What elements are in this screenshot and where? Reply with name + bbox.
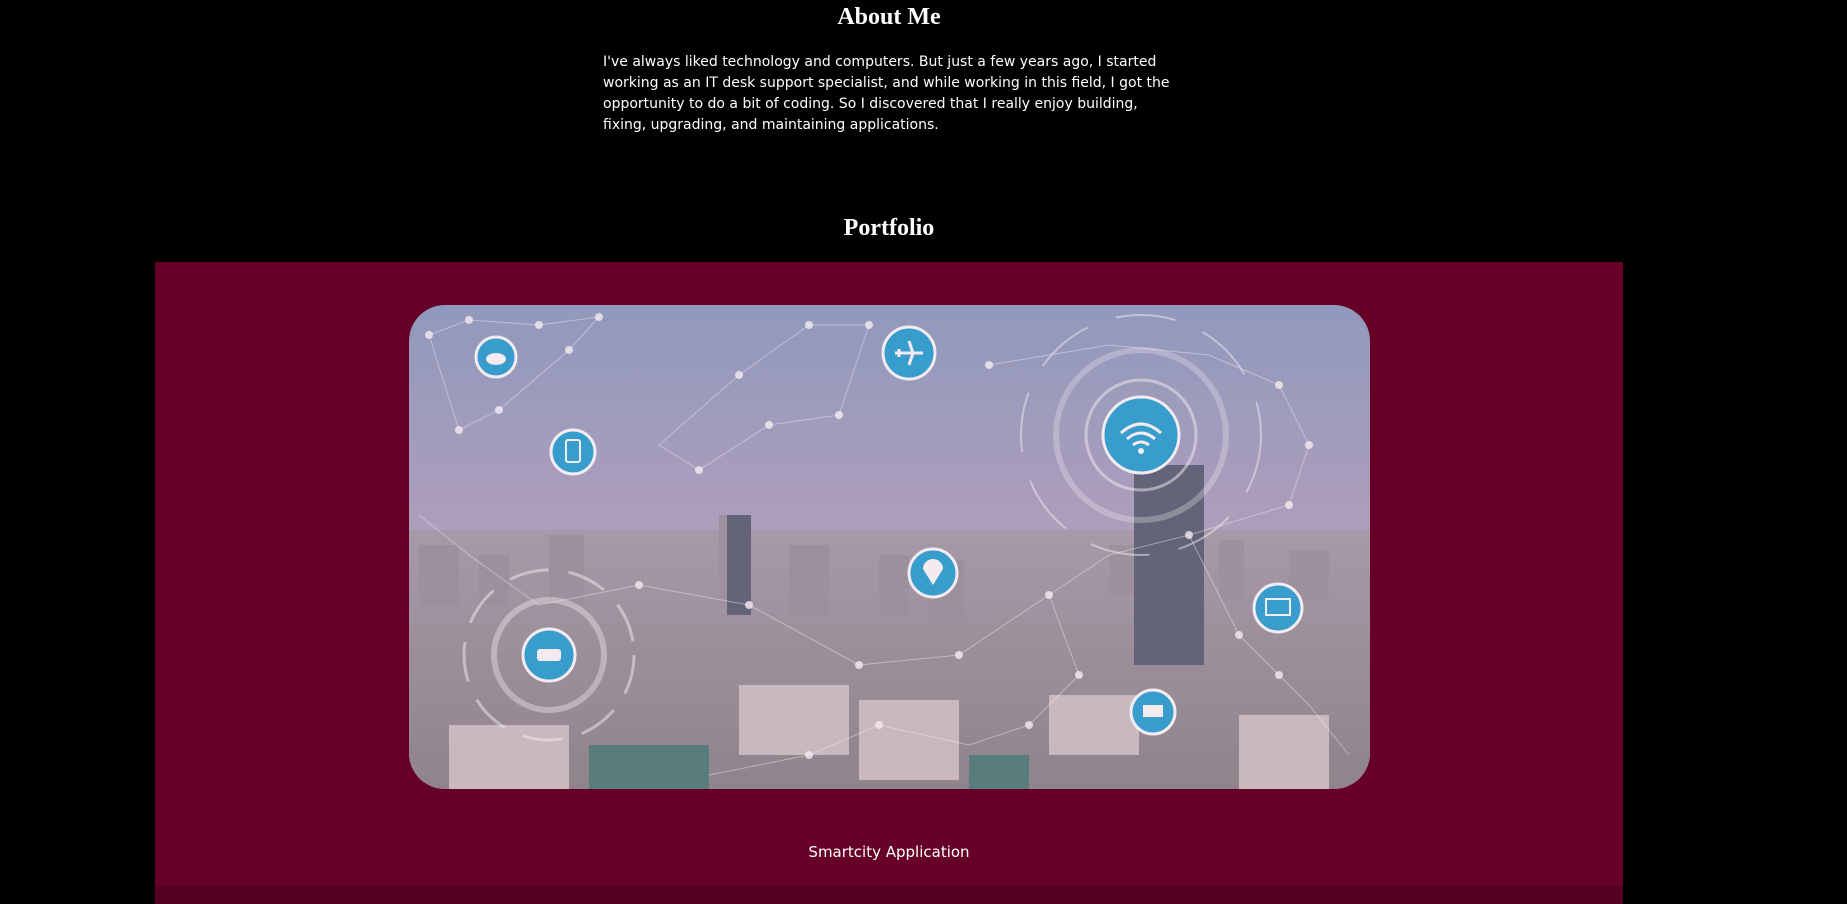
portfolio-item-caption: Smartcity Application — [808, 843, 970, 861]
portfolio-heading: Portfolio — [843, 215, 935, 241]
portfolio-card-smartcity[interactable] — [409, 305, 1370, 789]
smart-city-image — [409, 305, 1370, 789]
about-heading: About Me — [837, 4, 941, 30]
about-paragraph: I've always liked technology and compute… — [603, 54, 1170, 133]
next-portfolio-strip — [155, 886, 1623, 904]
portfolio-section: Smartcity Application — [155, 262, 1623, 904]
